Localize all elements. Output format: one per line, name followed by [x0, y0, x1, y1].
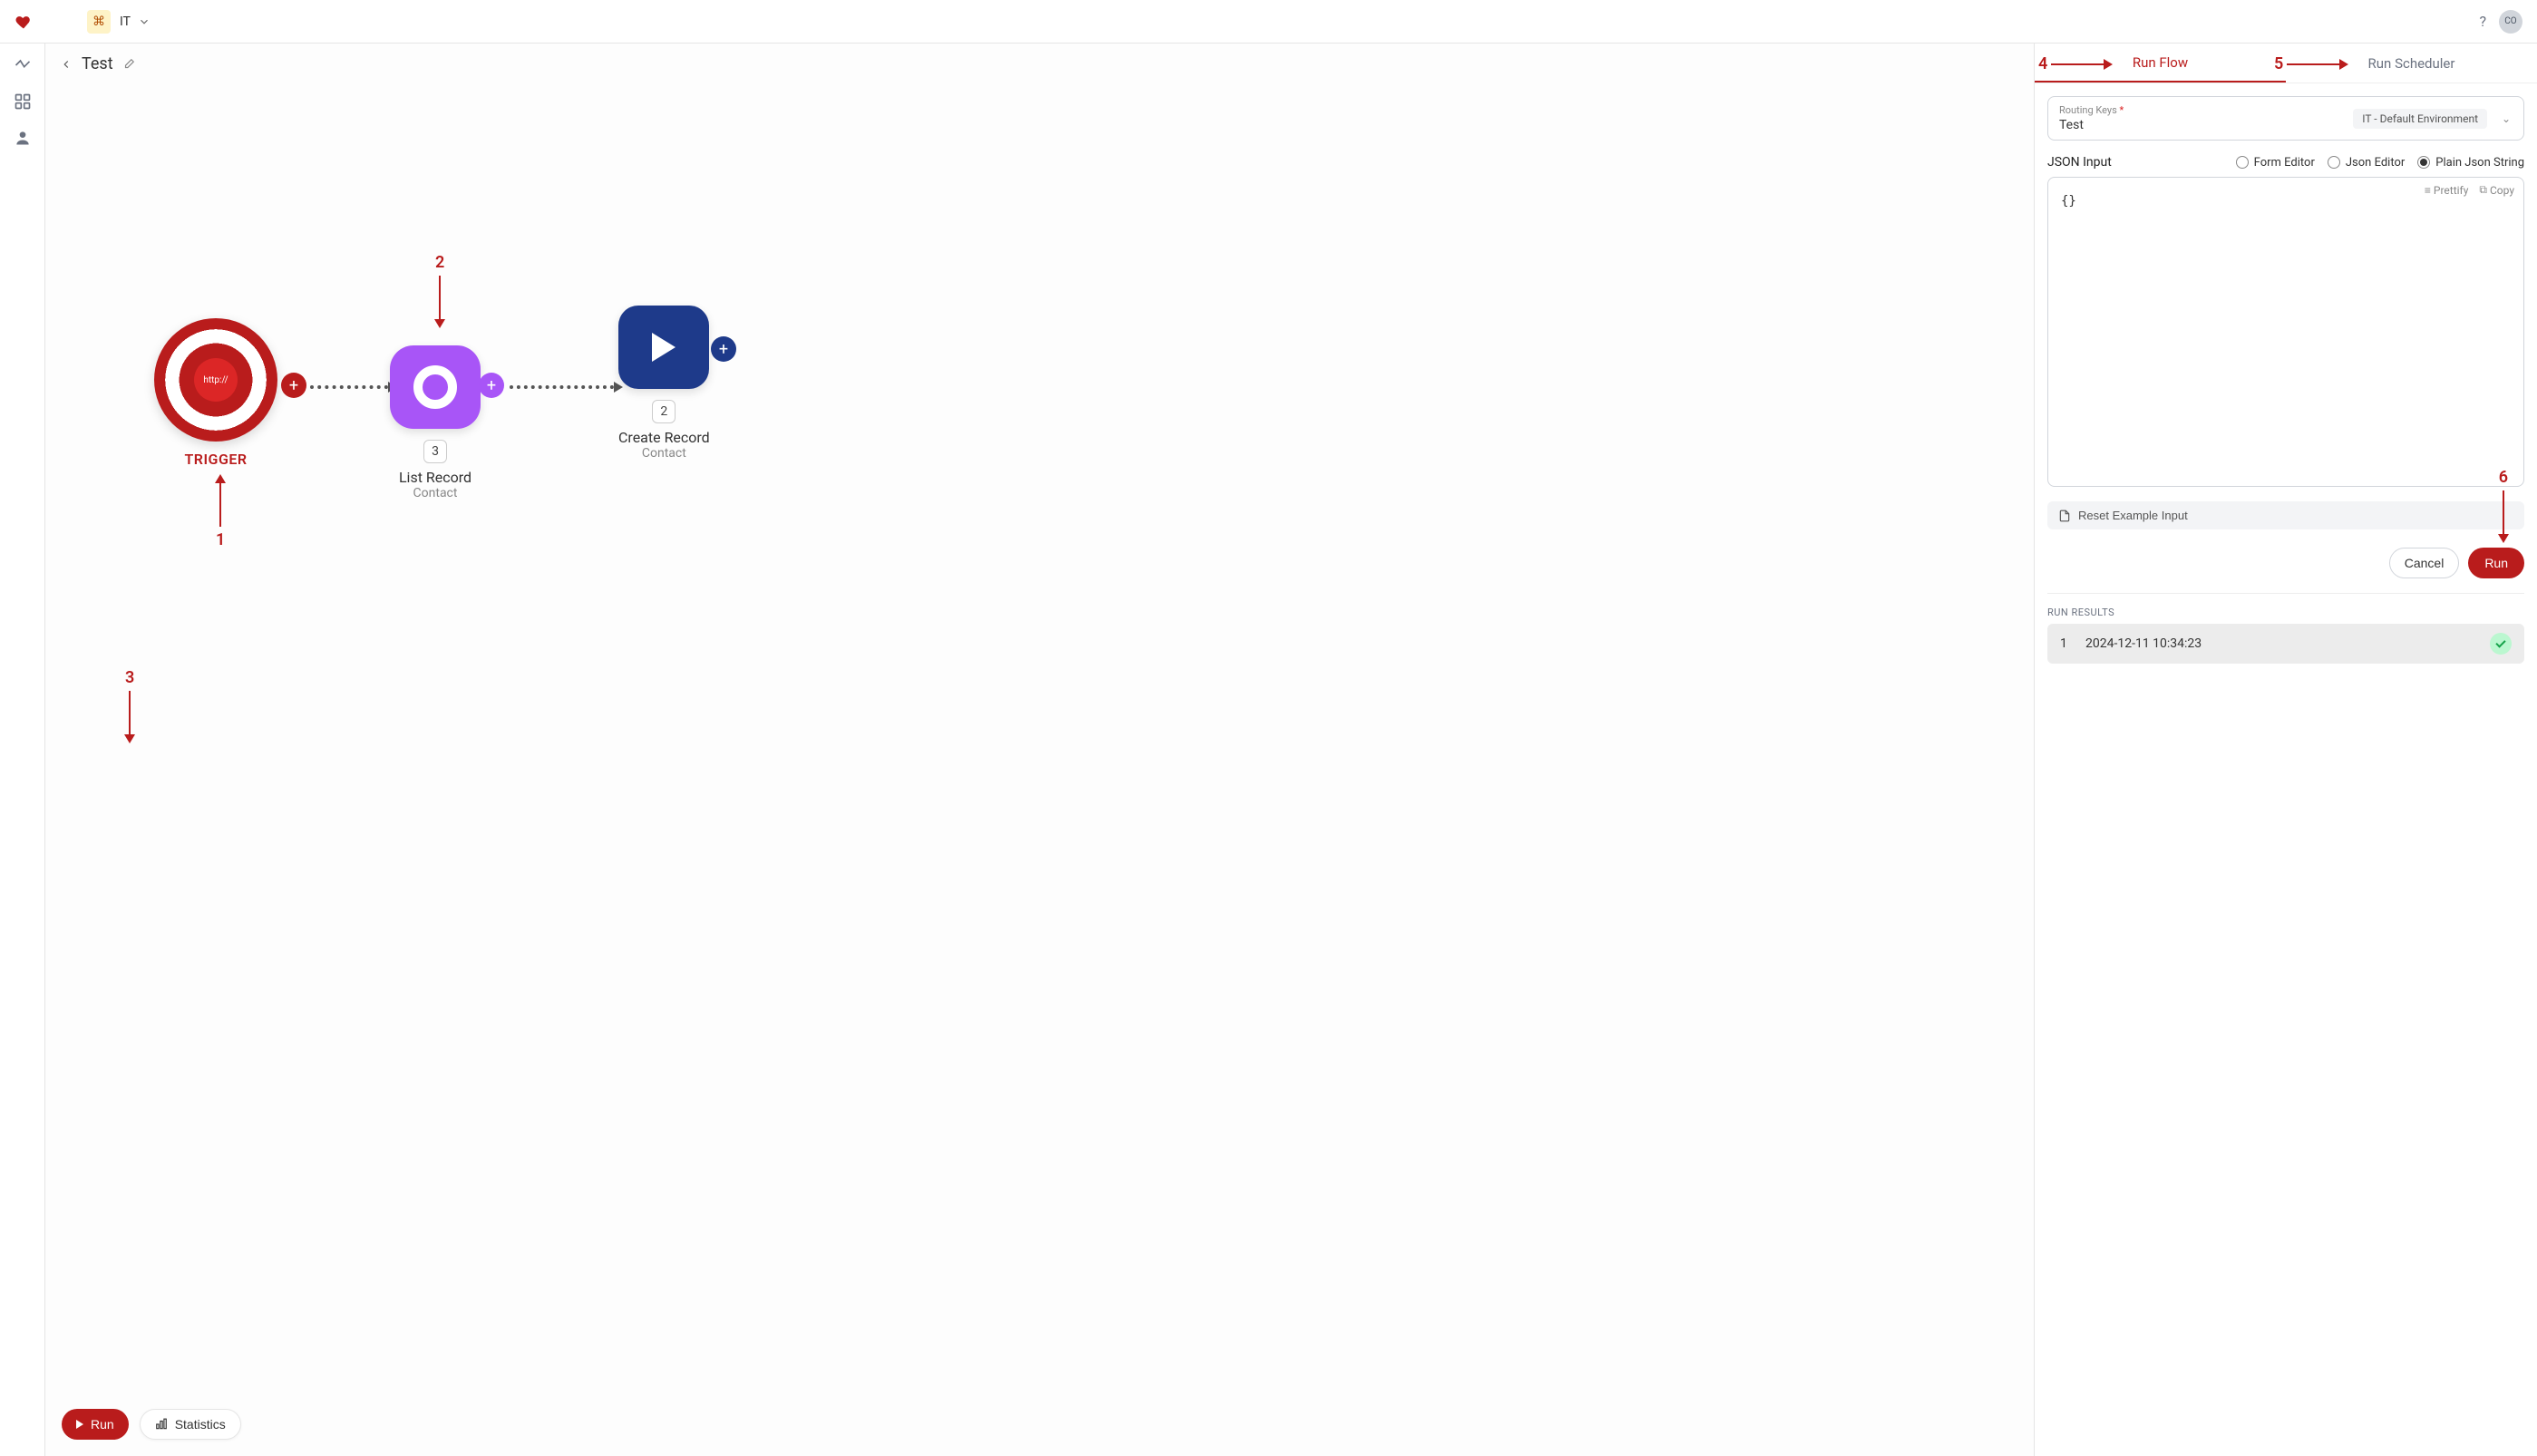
list-record-badge: 3	[423, 440, 447, 463]
list-record-title: List Record	[399, 469, 471, 486]
edit-icon[interactable]	[122, 58, 135, 71]
chevron-down-icon[interactable]	[138, 15, 151, 28]
annotation-3: 3	[125, 668, 134, 736]
prettify-button[interactable]: ≡Prettify	[2425, 183, 2469, 197]
add-after-list-button[interactable]: +	[479, 373, 504, 398]
canvas-run-button[interactable]: Run	[62, 1409, 129, 1440]
run-panel: Run Flow Run Scheduler 4 5 Routing Keys …	[2034, 44, 2537, 1456]
document-icon	[2058, 510, 2071, 522]
play-icon	[76, 1420, 83, 1429]
avatar[interactable]: CO	[2499, 10, 2522, 34]
add-after-create-button[interactable]: +	[711, 336, 736, 362]
annotation-2: 2	[435, 253, 444, 321]
panel-actions: Cancel Run 6	[2047, 548, 2524, 594]
node-create-record[interactable]: 2 Create Record Contact	[618, 306, 710, 461]
routing-keys-field[interactable]: Routing Keys * Test IT - Default Environ…	[2047, 96, 2524, 141]
sidebar	[0, 44, 45, 1456]
workspace-name[interactable]: IT	[120, 15, 131, 29]
radio-json-editor[interactable]: Json Editor	[2328, 156, 2405, 170]
reset-example-button[interactable]: Reset Example Input	[2047, 501, 2524, 529]
list-record-subtitle: Contact	[413, 486, 458, 500]
json-input-label: JSON Input	[2047, 155, 2112, 170]
back-icon[interactable]	[60, 58, 73, 71]
trigger-inner-dot: http://	[194, 358, 238, 402]
result-status-success-icon	[2490, 633, 2512, 655]
trigger-label: TRIGGER	[184, 451, 247, 468]
canvas[interactable]: http:// TRIGGER + 3 List Record Contact …	[45, 84, 2034, 1456]
trigger-circle-icon: http://	[154, 318, 277, 442]
run-results-label: RUN RESULTS	[2047, 607, 2524, 618]
chevron-down-icon[interactable]: ⌄	[2502, 112, 2511, 125]
environment-tag: IT - Default Environment	[2353, 109, 2487, 129]
editor-radiogroup: Form Editor Json Editor Plain Json Strin…	[2236, 156, 2524, 170]
cancel-button[interactable]: Cancel	[2389, 548, 2460, 578]
statistics-button[interactable]: Statistics	[140, 1409, 241, 1440]
json-tools: ≡Prettify ⧉Copy	[2425, 183, 2514, 197]
apps-icon[interactable]	[14, 92, 32, 111]
result-row[interactable]: 1 2024-12-11 10:34:23	[2047, 624, 2524, 664]
result-timestamp: 2024-12-11 10:34:23	[2085, 636, 2202, 651]
json-editor-box[interactable]: ≡Prettify ⧉Copy {}	[2047, 177, 2524, 487]
canvas-footer: Run Statistics	[62, 1409, 241, 1440]
add-after-trigger-button[interactable]: +	[281, 373, 306, 398]
annotation-6: 6	[2499, 468, 2508, 536]
create-record-subtitle: Contact	[642, 446, 686, 461]
json-input-row: JSON Input Form Editor Json Editor Plain…	[2047, 155, 2524, 170]
copy-button[interactable]: ⧉Copy	[2479, 183, 2514, 197]
list-record-icon	[390, 345, 481, 429]
flows-icon[interactable]	[14, 56, 32, 74]
result-index: 1	[2060, 636, 2085, 651]
create-record-icon	[618, 306, 709, 389]
connector-2	[510, 385, 614, 389]
run-tabs: Run Flow Run Scheduler 4 5	[2035, 44, 2537, 83]
create-record-badge: 2	[652, 400, 676, 423]
radio-form-editor[interactable]: Form Editor	[2236, 156, 2315, 170]
node-list-record[interactable]: 3 List Record Contact	[390, 345, 481, 500]
canvas-header: Test	[45, 44, 2034, 84]
workspace-badge-icon: ⌘	[87, 10, 111, 34]
app-logo-icon	[15, 13, 33, 31]
main: Test http:// TRIGGER + 3 List Record Con…	[0, 44, 2537, 1456]
connector-1	[310, 385, 388, 389]
canvas-area: Test http:// TRIGGER + 3 List Record Con…	[45, 44, 2034, 1456]
help-icon[interactable]: ?	[2479, 13, 2486, 30]
annotation-1: 1	[216, 481, 225, 549]
annotation-4: 4	[2038, 54, 2105, 73]
user-icon[interactable]	[14, 129, 32, 147]
run-button[interactable]: Run	[2468, 548, 2524, 578]
annotation-5: 5	[2274, 54, 2341, 73]
flow-name: Test	[82, 54, 113, 73]
node-trigger[interactable]: http:// TRIGGER	[154, 318, 277, 468]
topbar: ⌘ IT ? CO	[0, 0, 2537, 44]
chart-icon	[155, 1418, 168, 1431]
radio-plain-json[interactable]: Plain Json String	[2417, 156, 2524, 170]
create-record-title: Create Record	[618, 429, 710, 446]
